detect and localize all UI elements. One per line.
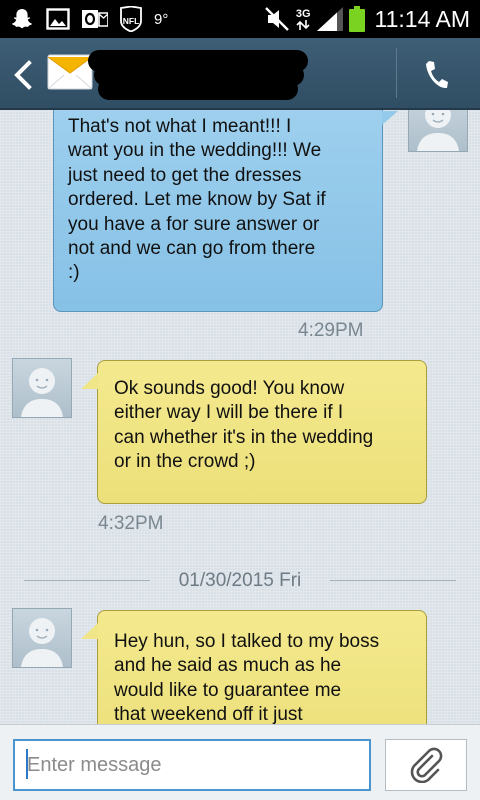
- attach-button[interactable]: [385, 739, 467, 791]
- snapchat-icon: [10, 7, 34, 31]
- message-line: and he said as much as he: [114, 655, 342, 677]
- person-icon: [21, 368, 63, 417]
- battery-icon: [348, 6, 365, 32]
- paperclip-icon: [410, 747, 443, 783]
- back-button[interactable]: [10, 58, 36, 92]
- message-composer: [0, 724, 480, 800]
- avatar: [12, 608, 72, 668]
- temperature-text: 9°: [154, 10, 169, 28]
- clock: 11:14 AM: [374, 5, 470, 32]
- message-line: ordered. Let me know by Sat if: [68, 189, 326, 211]
- message-line: can whether it's in the wedding: [114, 426, 374, 448]
- message-list[interactable]: That's not what I meant!!! I want you in…: [0, 110, 480, 724]
- mute-icon: [264, 6, 290, 32]
- envelope-icon: [46, 47, 94, 95]
- text-caret: [26, 749, 28, 779]
- bubble-tail: [382, 111, 398, 125]
- back-arrow-icon: [14, 60, 32, 90]
- message-line: not and we can go from there: [68, 238, 316, 260]
- message-line: that weekend off it just: [114, 704, 303, 724]
- nfl-icon: NFL: [120, 6, 142, 32]
- message-bubble[interactable]: That's not what I meant!!! I want you in…: [53, 110, 398, 312]
- message-line: or in the crowd ;): [114, 451, 256, 473]
- message-line: you have a for sure answer or: [68, 213, 320, 235]
- outlook-icon: [82, 8, 108, 30]
- svg-text:NFL: NFL: [123, 16, 140, 26]
- message-timestamp: 4:29PM: [298, 320, 364, 341]
- avatar: [408, 110, 468, 152]
- message-line: just need to get the dresses: [68, 164, 302, 186]
- call-button[interactable]: [414, 56, 458, 94]
- message-line: :): [68, 262, 80, 284]
- message-line: would like to guarantee me: [114, 679, 342, 701]
- message-timestamp: 4:32PM: [98, 513, 164, 534]
- message-line: want you in the wedding!!! We: [68, 140, 322, 162]
- message-line: Hey hun, so I talked to my boss: [114, 631, 380, 652]
- message-line: That's not what I meant!!! I: [68, 116, 292, 137]
- network-type: 3G: [296, 8, 311, 30]
- bubble-tail: [81, 623, 98, 639]
- avatar: [12, 358, 72, 418]
- message-bubble[interactable]: Ok sounds good! You know either way I wi…: [81, 360, 427, 504]
- bubble-tail: [81, 373, 98, 389]
- phone-icon: [426, 61, 448, 89]
- person-icon: [417, 110, 459, 151]
- person-icon: [21, 618, 63, 667]
- signal-icon: [316, 7, 343, 31]
- message-line: either way I will be there if I: [114, 402, 344, 424]
- image-icon: [46, 8, 70, 30]
- message-bubble[interactable]: Hey hun, so I talked to my boss and he s…: [81, 610, 427, 724]
- header-divider: [396, 48, 397, 98]
- status-bar: NFL 9° 3G 11:14 AM: [0, 0, 480, 38]
- message-line: Ok sounds good! You know: [114, 378, 345, 399]
- message-input[interactable]: [13, 739, 371, 791]
- date-divider-label: 01/30/2015 Fri: [178, 570, 302, 591]
- conversation-header: [0, 38, 480, 110]
- contact-name-redacted: [88, 50, 318, 100]
